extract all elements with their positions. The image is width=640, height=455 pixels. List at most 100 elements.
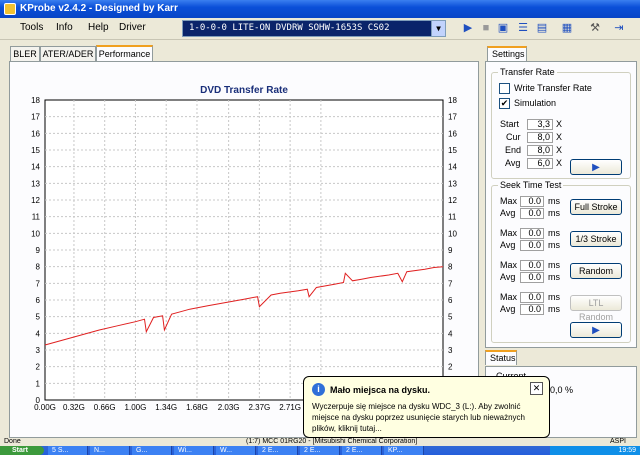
tab-status[interactable]: Status <box>485 350 517 365</box>
seek-max-label: Max <box>500 292 518 302</box>
seek-ltl-random-button[interactable]: LTL Random <box>570 295 622 322</box>
taskbar-task[interactable]: 5 S... <box>48 446 88 455</box>
y-tick-label-left: 17 <box>31 113 40 122</box>
y-tick-label-right: 17 <box>448 113 457 122</box>
seek-full-stroke-button[interactable]: Full Stroke <box>570 199 622 215</box>
seek-run-button[interactable]: ▶ <box>570 322 622 338</box>
taskbar-task[interactable]: G... <box>132 446 172 455</box>
y-tick-label-right: 6 <box>448 296 453 305</box>
seek-avg-value: 0.0 <box>520 208 544 219</box>
settings-box: Transfer Rate Write Transfer Rate ✔ Simu… <box>485 61 637 348</box>
end-unit: X <box>556 145 563 155</box>
y-tick-label-right: 2 <box>448 363 453 372</box>
tools-icon[interactable]: ⚒ <box>588 21 602 35</box>
seek-avg-value: 0.0 <box>520 304 544 315</box>
chart-title: DVD Transfer Rate <box>200 85 288 96</box>
taskbar-task[interactable]: KP... <box>384 446 424 455</box>
seek-max-unit: ms <box>548 260 560 270</box>
menu-help[interactable]: Help <box>88 22 109 33</box>
end-label: End <box>505 145 522 155</box>
menu-driver[interactable]: Driver <box>119 22 146 33</box>
layout2-icon[interactable]: ▤ <box>535 21 549 35</box>
seek-1-3-stroke-button[interactable]: 1/3 Stroke <box>570 231 622 247</box>
taskbar-task[interactable]: 2 E... <box>258 446 298 455</box>
taskbar-task[interactable]: 2 E... <box>342 446 382 455</box>
y-tick-label-right: 16 <box>448 129 457 138</box>
notification-title: Mało miejsca na dysku. <box>330 385 431 395</box>
y-tick-label-left: 4 <box>36 329 41 338</box>
seek-random-button[interactable]: Random <box>570 263 622 279</box>
taskbar-task[interactable]: W... <box>216 446 256 455</box>
transfer-rate-run-button[interactable]: ▶ <box>570 159 622 175</box>
avg-unit: X <box>556 158 563 168</box>
low-disk-notification[interactable]: i Mało miejsca na dysku. ✕ Wyczerpuje si… <box>303 376 550 438</box>
window-title: KProbe v2.4.2 - Designed by Karr <box>20 3 178 14</box>
status-media: (1:7) MCC 01RG20 - [Mitsubishi Chemical … <box>246 438 418 445</box>
seek-max-value: 0.0 <box>520 260 544 271</box>
log-icon[interactable]: ▦ <box>560 21 574 35</box>
write-transfer-rate-checkbox[interactable] <box>499 83 510 94</box>
x-tick-label: 2.03G <box>218 403 240 412</box>
cur-label: Cur <box>506 132 521 142</box>
start-label: Start <box>500 119 520 129</box>
seek-max-label: Max <box>500 228 518 238</box>
taskbar-task[interactable]: Wi... <box>174 446 214 455</box>
info-icon: i <box>312 383 325 396</box>
y-tick-label-left: 1 <box>36 379 41 388</box>
chevron-down-icon[interactable]: ▼ <box>431 21 445 36</box>
transfer-rate-group: Transfer Rate Write Transfer Rate ✔ Simu… <box>491 67 631 179</box>
close-icon[interactable]: ✕ <box>530 382 543 395</box>
tab-performance[interactable]: Performance <box>96 45 153 61</box>
tab-bler[interactable]: BLER <box>10 46 40 61</box>
start-button[interactable]: Start <box>0 446 44 455</box>
y-tick-label-left: 3 <box>36 346 41 355</box>
stop-icon[interactable]: ■ <box>479 21 493 35</box>
y-tick-label-right: 11 <box>448 213 457 222</box>
tab-settings[interactable]: Settings <box>487 46 527 61</box>
seek-max-label: Max <box>500 260 518 270</box>
drive-select-value: 1-0-0-0 LITE-ON DVDRW SOHW-1653S CS02 <box>189 23 390 33</box>
seek-avg-label: Avg <box>500 208 516 218</box>
seek-avg-unit: ms <box>548 304 560 314</box>
y-tick-label-right: 18 <box>448 96 457 105</box>
y-tick-label-left: 7 <box>36 279 41 288</box>
x-tick-label: 0.32G <box>63 403 85 412</box>
y-tick-label-left: 13 <box>31 179 40 188</box>
x-tick-label: 1.34G <box>155 403 177 412</box>
taskbar-task[interactable]: 2 E... <box>300 446 340 455</box>
seek-avg-value: 0.0 <box>520 240 544 251</box>
layout-icon[interactable]: ☰ <box>516 21 530 35</box>
taskbar-task[interactable]: N... <box>90 446 130 455</box>
y-tick-label-right: 5 <box>448 313 453 322</box>
menu-tools[interactable]: Tools <box>20 22 43 33</box>
system-tray: 19:59 <box>550 446 640 455</box>
simulation-checkbox[interactable]: ✔ <box>499 98 510 109</box>
y-tick-label-left: 16 <box>31 129 40 138</box>
play-icon[interactable]: ▶ <box>461 21 475 35</box>
y-tick-label-left: 9 <box>36 246 41 255</box>
status-interface: ASPI <box>610 438 626 445</box>
write-transfer-rate-label: Write Transfer Rate <box>514 83 592 93</box>
y-tick-label-left: 10 <box>31 229 40 238</box>
save-icon[interactable]: ▣ <box>496 21 510 35</box>
seek-time-group: Seek Time Test Max 0.0 ms Avg 0.0 ms Full Stro… <box>491 180 631 343</box>
transfer-rate-title: Transfer Rate <box>498 67 557 77</box>
y-tick-label-left: 5 <box>36 313 41 322</box>
exit-icon[interactable]: ⇥ <box>612 21 626 35</box>
menu-info[interactable]: Info <box>56 22 73 33</box>
seek-avg-unit: ms <box>548 240 560 250</box>
y-tick-label-right: 9 <box>448 246 453 255</box>
y-tick-label-right: 4 <box>448 329 453 338</box>
y-tick-label-right: 7 <box>448 279 453 288</box>
y-tick-label-left: 15 <box>31 146 40 155</box>
y-tick-label-left: 18 <box>31 96 40 105</box>
notification-text: Wyczerpuje się miejsce na dysku WDC_3 (L… <box>312 402 525 433</box>
avg-label: Avg <box>505 158 521 168</box>
start-value: 3,3 <box>527 119 553 130</box>
seek-max-value: 0.0 <box>520 228 544 239</box>
cur-value: 8,0 <box>527 132 553 143</box>
tab-ater-ader[interactable]: ATER/ADER <box>40 46 96 61</box>
y-tick-label-right: 14 <box>448 163 457 172</box>
y-tick-label-right: 10 <box>448 229 457 238</box>
drive-select[interactable]: 1-0-0-0 LITE-ON DVDRW SOHW-1653S CS02 ▼ <box>182 20 446 37</box>
